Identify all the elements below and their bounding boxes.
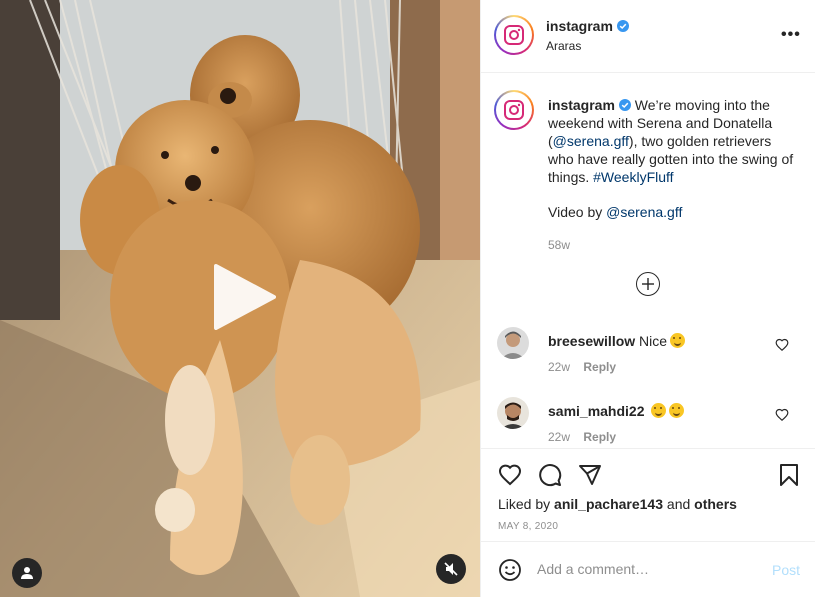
comment-item: sami_mahdi22 22w Reply [481, 397, 815, 453]
comment-reply-button[interactable]: Reply [583, 360, 616, 374]
commenter-avatar[interactable] [497, 397, 529, 429]
post-container: instagram Araras ••• instagram We’re mov… [0, 0, 815, 597]
comment-input[interactable] [537, 557, 757, 581]
user-tag-icon [21, 567, 33, 579]
comment-username[interactable]: breesewillow [548, 333, 635, 349]
liked-by-prefix: Liked by [498, 496, 555, 512]
heart-icon[interactable] [775, 338, 789, 352]
liked-by-text: Liked by anil_pachare143 and others [498, 496, 737, 512]
more-options-button[interactable]: ••• [781, 26, 801, 44]
comment-reply-button[interactable]: Reply [583, 430, 616, 444]
instagram-logo-icon [504, 25, 524, 45]
verified-icon [616, 20, 629, 32]
smile-icon[interactable] [498, 558, 522, 582]
author-avatar[interactable] [494, 15, 534, 55]
hugging-emoji-icon [669, 403, 685, 418]
caption-avatar[interactable] [494, 90, 534, 130]
add-comment-form: Post [481, 541, 815, 597]
post-date[interactable]: MAY 8, 2020 [498, 521, 558, 532]
user-tags-button[interactable] [12, 558, 42, 588]
comment-username[interactable]: sami_mahdi22 [548, 403, 645, 419]
more-icon: ••• [781, 26, 801, 43]
comment-meta: 22w Reply [548, 360, 626, 374]
comment-icon[interactable] [538, 463, 562, 487]
avatar-photo [497, 397, 529, 429]
load-more-comments-button[interactable] [636, 272, 660, 296]
comment-meta: 22w Reply [548, 430, 626, 444]
laughing-emoji-icon [670, 333, 686, 348]
caption-text: instagram We’re moving into the weekend … [548, 96, 798, 186]
liked-by-mid: and [663, 496, 695, 512]
video-credit-prefix: Video by [548, 204, 607, 220]
verified-icon [618, 99, 631, 111]
heart-icon[interactable] [498, 463, 522, 487]
play-icon [214, 264, 276, 330]
caption-timestamp[interactable]: 58w [548, 238, 570, 252]
comment-text: Nice [639, 333, 668, 349]
caption-username[interactable]: instagram [548, 97, 615, 113]
liked-by-others[interactable]: others [694, 496, 737, 512]
comment-time[interactable]: 22w [548, 360, 570, 374]
caption-hashtag[interactable]: #WeeklyFluff [593, 169, 673, 185]
heart-icon[interactable] [775, 408, 789, 422]
bookmark-icon[interactable] [777, 463, 801, 487]
caption-video-credit: Video by @serena.gff [548, 204, 682, 220]
caption-mention[interactable]: @serena.gff [553, 133, 629, 149]
author-username-row: instagram [546, 18, 629, 34]
mute-icon [444, 562, 458, 576]
post-location[interactable]: Araras [546, 39, 581, 53]
comment-item: breesewillow Nice 22w Reply [481, 327, 815, 383]
video-credit-mention[interactable]: @serena.gff [606, 204, 682, 220]
avatar-photo [497, 327, 529, 359]
post-actions: Liked by anil_pachare143 and others MAY … [481, 448, 815, 541]
liked-by-user[interactable]: anil_pachare143 [554, 496, 663, 512]
play-button[interactable] [212, 262, 278, 332]
commenter-avatar[interactable] [497, 327, 529, 359]
comment-text-row: breesewillow Nice [548, 333, 686, 349]
author-username[interactable]: instagram [546, 18, 613, 34]
instagram-logo-icon [504, 100, 524, 120]
post-video[interactable] [0, 0, 480, 597]
post-header: instagram Araras ••• [481, 0, 815, 73]
comment-text-row: sami_mahdi22 [548, 403, 685, 419]
mute-button[interactable] [436, 554, 466, 584]
hugging-emoji-icon [651, 403, 667, 418]
comment-time[interactable]: 22w [548, 430, 570, 444]
post-comment-button[interactable]: Post [772, 562, 800, 578]
post-side-panel: instagram Araras ••• instagram We’re mov… [480, 0, 815, 597]
share-icon[interactable] [578, 463, 602, 487]
add-circle-icon [642, 278, 654, 290]
